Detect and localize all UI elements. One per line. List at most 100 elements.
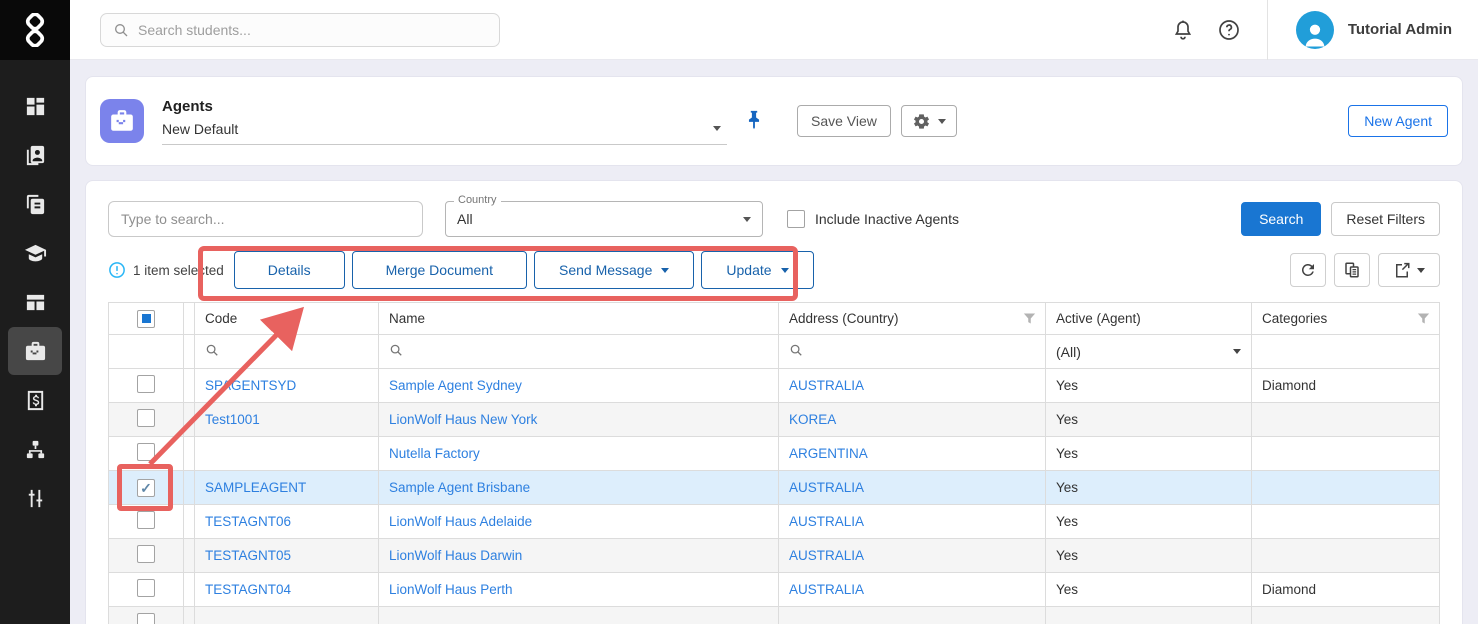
- agent-name-link[interactable]: LionWolf Haus Darwin: [389, 548, 522, 563]
- column-label: Address (Country): [789, 311, 899, 326]
- agent-code-link[interactable]: TESTAGNT06: [205, 514, 291, 529]
- agent-name-link[interactable]: Sample Agent Sydney: [389, 378, 522, 393]
- agent-name-link[interactable]: LionWolf Haus Adelaide: [389, 514, 532, 529]
- name-filter-input[interactable]: [379, 335, 779, 369]
- table-row: Nutella FactoryARGENTINAYes: [109, 437, 1440, 471]
- sidebar-item-contacts[interactable]: [8, 131, 62, 180]
- row-checkbox[interactable]: [137, 511, 155, 529]
- details-button[interactable]: Details: [234, 251, 345, 289]
- chevron-down-icon: [1417, 268, 1425, 273]
- save-view-button[interactable]: Save View: [797, 105, 891, 137]
- sidebar-item-layout[interactable]: [8, 278, 62, 327]
- row-checkbox[interactable]: [137, 375, 155, 393]
- agents-briefcase-icon: [24, 340, 47, 363]
- search-icon: [789, 343, 803, 357]
- sidebar-item-students[interactable]: [8, 229, 62, 278]
- avatar[interactable]: [1296, 11, 1334, 49]
- column-header-code[interactable]: Code: [195, 303, 379, 335]
- row-checkbox[interactable]: [137, 443, 155, 461]
- topbar-divider: [1267, 0, 1268, 60]
- agent-name-link[interactable]: Nutella Factory: [389, 446, 480, 461]
- sidebar-item-settings-sliders[interactable]: [8, 474, 62, 523]
- categories-cell: [1252, 471, 1440, 505]
- agent-country-link[interactable]: AUSTRALIA: [789, 480, 864, 495]
- select-all-checkbox[interactable]: [137, 310, 155, 328]
- code-filter-input[interactable]: [195, 335, 379, 369]
- sidebar-item-agents-briefcase[interactable]: [8, 327, 62, 375]
- merge-document-button[interactable]: Merge Document: [352, 251, 527, 289]
- action-label: Send Message: [559, 262, 652, 278]
- chevron-down-icon: [1233, 349, 1241, 354]
- selection-status: 1 item selected: [133, 263, 224, 278]
- agent-country-link[interactable]: AUSTRALIA: [789, 582, 864, 597]
- notifications-bell-icon[interactable]: [1171, 18, 1195, 42]
- app-logo[interactable]: [0, 0, 70, 60]
- categories-cell: Diamond: [1252, 369, 1440, 403]
- agent-code-link[interactable]: TESTAGNT04: [205, 582, 291, 597]
- agent-code-link[interactable]: TESTAGNT05: [205, 548, 291, 563]
- global-search-input[interactable]: [138, 22, 487, 38]
- agent-name-link[interactable]: Sample Agent Brisbane: [389, 480, 530, 495]
- export-icon: [1393, 261, 1411, 279]
- country-label: Country: [454, 194, 501, 206]
- agent-name-link[interactable]: LionWolf Haus Perth: [389, 582, 513, 597]
- reset-filters-button[interactable]: Reset Filters: [1331, 202, 1440, 236]
- agent-country-link[interactable]: KOREA: [789, 412, 836, 427]
- refresh-button[interactable]: [1290, 253, 1326, 287]
- new-agent-button[interactable]: New Agent: [1348, 105, 1448, 137]
- sidebar-item-dashboard[interactable]: [8, 82, 62, 131]
- categories-cell: Diamond: [1252, 573, 1440, 607]
- agent-name-link[interactable]: LionWolf Haus New York: [389, 412, 537, 427]
- layout-icon: [24, 291, 47, 314]
- gear-icon: [912, 112, 931, 131]
- column-chooser-button[interactable]: [1334, 253, 1370, 287]
- header-row: CodeName Address (Country) Active (Agent)C…: [109, 303, 1440, 335]
- row-checkbox[interactable]: [137, 409, 155, 427]
- address-country--filter-input[interactable]: [779, 335, 1046, 369]
- filter-funnel-icon[interactable]: [1416, 311, 1431, 326]
- agent-code-link[interactable]: SPAGENTSYD: [205, 378, 296, 393]
- row-checkbox[interactable]: [137, 613, 155, 624]
- send-message-button[interactable]: Send Message: [534, 251, 694, 289]
- spacer-column: [184, 471, 195, 505]
- row-checkbox[interactable]: [137, 545, 155, 563]
- search-icon: [389, 343, 403, 357]
- help-icon[interactable]: [1217, 18, 1241, 42]
- spacer-column: [184, 505, 195, 539]
- column-header-address-country-[interactable]: Address (Country): [779, 303, 1046, 335]
- include-inactive-checkbox[interactable]: [787, 210, 805, 228]
- column-header-name[interactable]: Name: [379, 303, 779, 335]
- table-head: CodeName Address (Country) Active (Agent)C…: [109, 303, 1440, 369]
- column-header-active-agent-[interactable]: Active (Agent): [1046, 303, 1252, 335]
- country-select[interactable]: Country All: [445, 201, 763, 237]
- info-icon: [108, 261, 126, 279]
- agent-country-link[interactable]: AUSTRALIA: [789, 514, 864, 529]
- search-button[interactable]: Search: [1241, 202, 1321, 236]
- include-inactive-toggle[interactable]: Include Inactive Agents: [787, 210, 959, 228]
- agent-country-link[interactable]: ARGENTINA: [789, 446, 868, 461]
- active-filter-select[interactable]: (All): [1046, 335, 1252, 369]
- export-button[interactable]: [1378, 253, 1440, 287]
- sidebar-item-workflow[interactable]: [8, 425, 62, 474]
- agent-country-link[interactable]: AUSTRALIA: [789, 548, 864, 563]
- sidebar-item-documents[interactable]: [8, 180, 62, 229]
- agent-code-link[interactable]: Test1001: [205, 412, 260, 427]
- view-selector[interactable]: New Default: [162, 121, 727, 145]
- global-search[interactable]: [100, 13, 500, 47]
- categories-cell: [1252, 437, 1440, 471]
- grid-search-box[interactable]: [108, 201, 423, 237]
- filter-cell-empty: [109, 335, 184, 369]
- view-settings-button[interactable]: [901, 105, 957, 137]
- agent-code-link[interactable]: SAMPLEAGENT: [205, 480, 306, 495]
- agent-country-link[interactable]: AUSTRALIA: [789, 378, 864, 393]
- filter-funnel-icon[interactable]: [1022, 311, 1037, 326]
- row-checkbox[interactable]: [137, 479, 155, 497]
- sidebar-item-billing[interactable]: [8, 376, 62, 425]
- row-checkbox[interactable]: [137, 579, 155, 597]
- pin-view-icon[interactable]: [743, 109, 767, 133]
- grid-search-input[interactable]: [121, 211, 410, 227]
- column-header-categories[interactable]: Categories: [1252, 303, 1440, 335]
- categories-filter-input[interactable]: [1252, 335, 1440, 369]
- update-button[interactable]: Update: [701, 251, 813, 289]
- chevron-down-icon: [661, 268, 669, 273]
